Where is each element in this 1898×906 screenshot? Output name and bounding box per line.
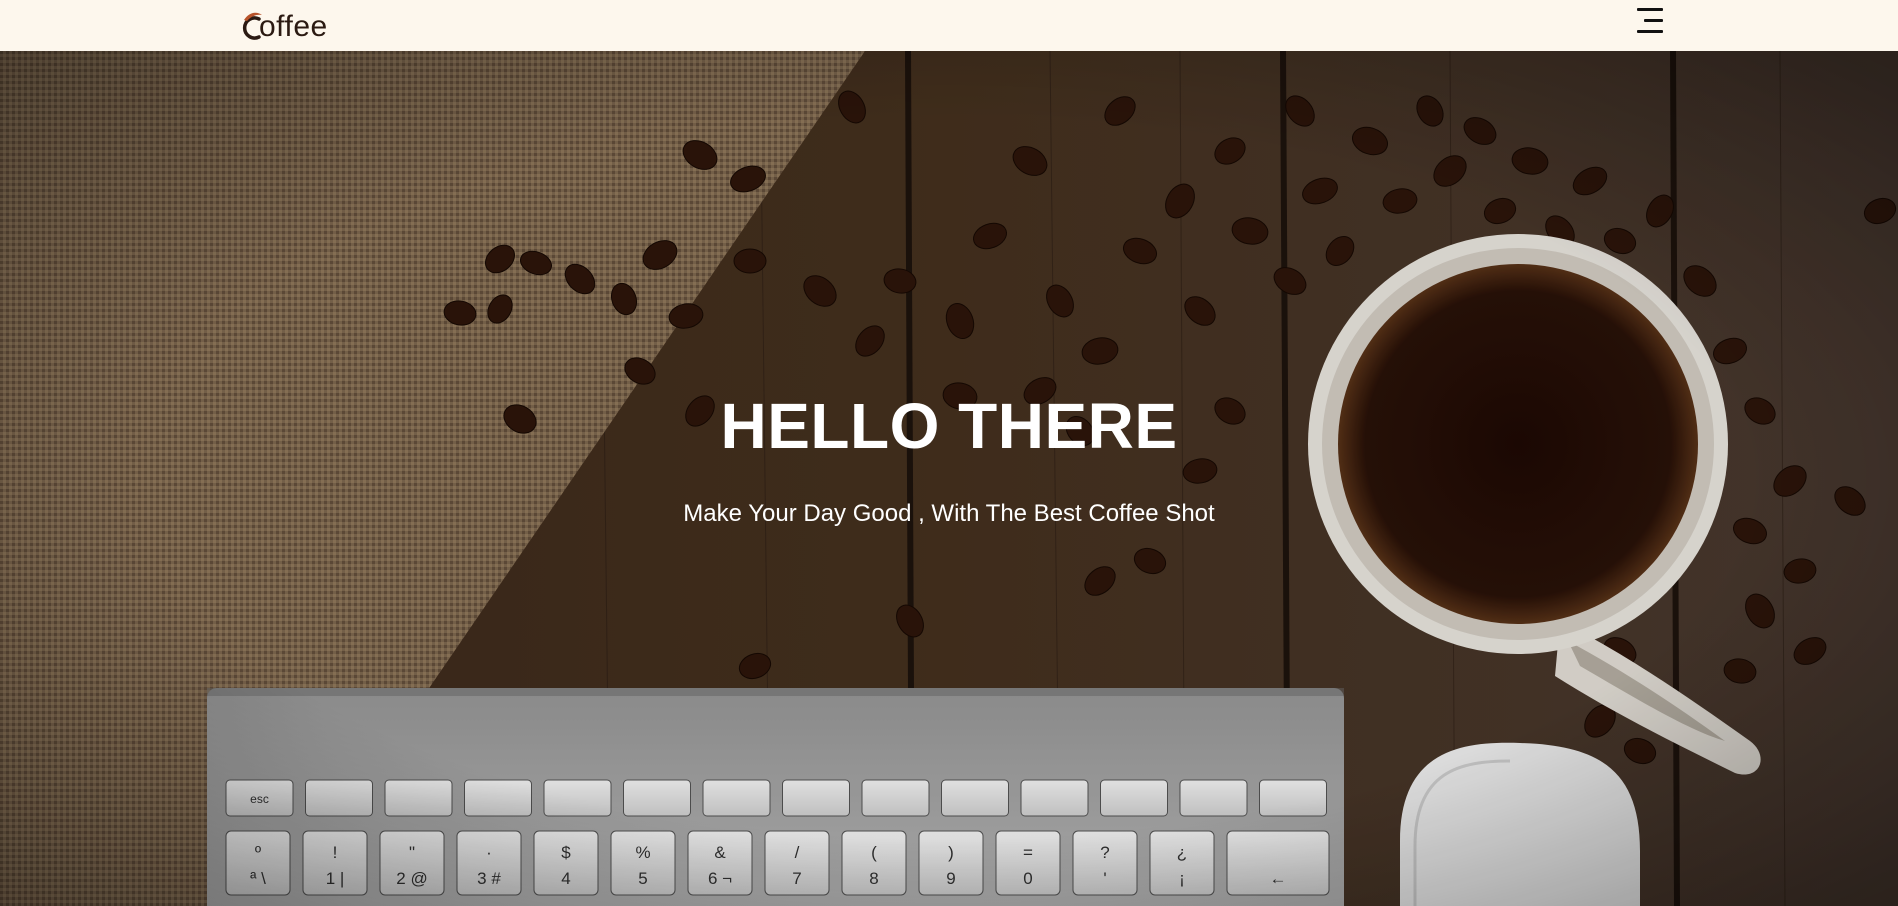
hero-background-image: esc ºª \!1 |"2 @·3 #$4%5&6 ¬/7(8)9=0?'¿¡… — [0, 51, 1898, 906]
hero-subtitle: Make Your Day Good , With The Best Coffe… — [683, 500, 1215, 527]
brand-logo[interactable]: offee — [235, 4, 328, 44]
brand-name: offee — [259, 10, 328, 43]
hero-title: HELLO THERE — [720, 390, 1178, 462]
hero-section: esc ºª \!1 |"2 @·3 #$4%5&6 ¬/7(8)9=0?'¿¡… — [0, 51, 1898, 906]
hamburger-menu-icon[interactable] — [1634, 5, 1664, 35]
top-navbar: offee — [0, 0, 1898, 51]
